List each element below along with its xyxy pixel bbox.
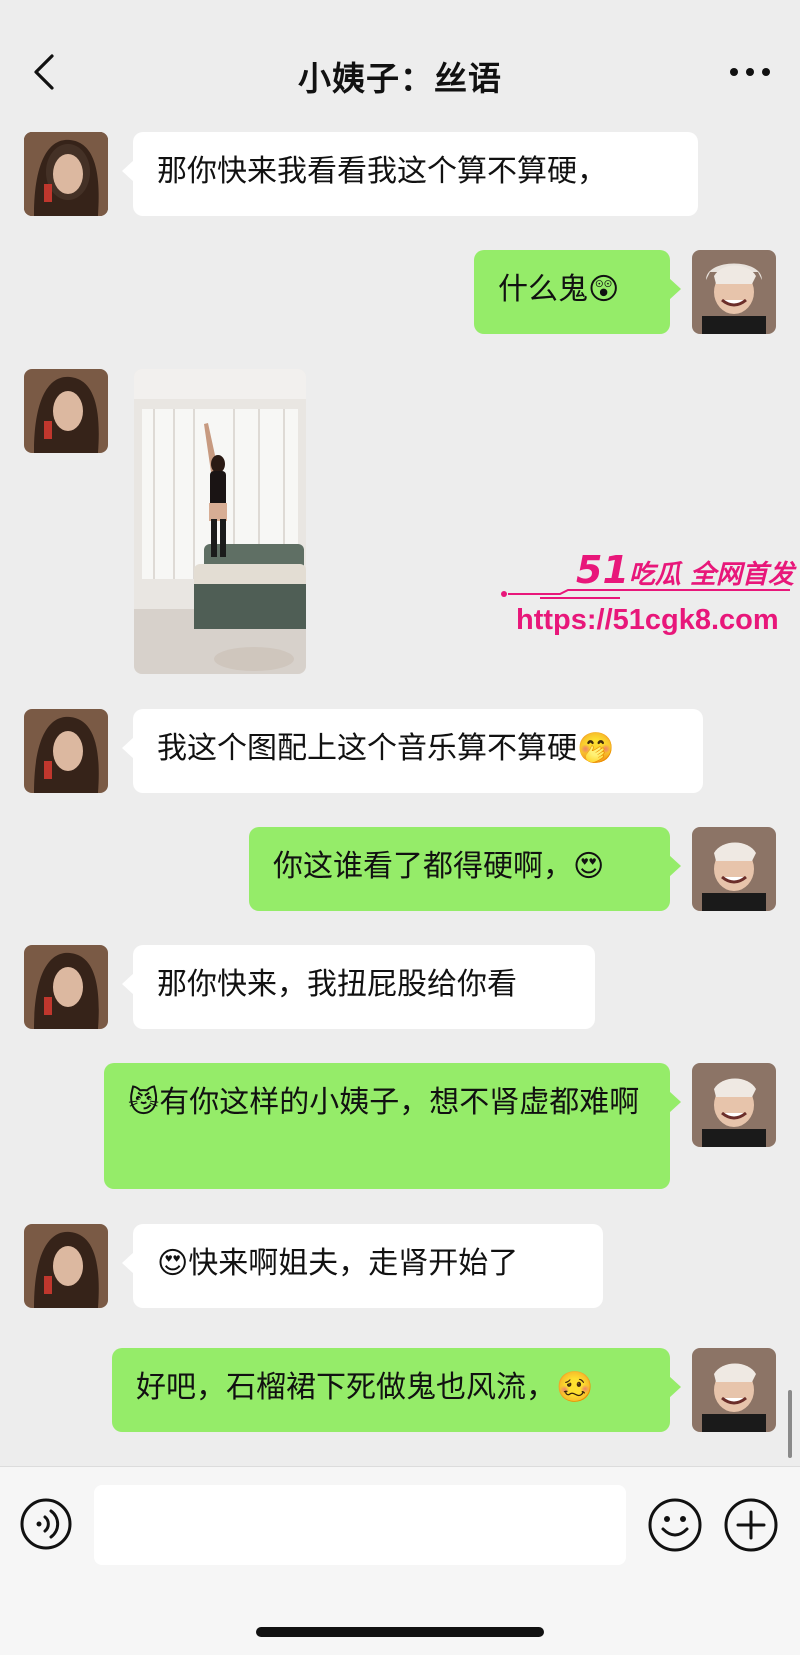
emoji-astonished-icon: 😲	[588, 272, 620, 307]
message-bubble[interactable]: 那你快来我看看我这个算不算硬，	[122, 132, 698, 216]
image-message[interactable]	[134, 369, 306, 674]
scrollbar[interactable]	[788, 1390, 792, 1458]
message-text: 那你快来，我扭屁股给你看	[157, 967, 517, 1002]
emoji-icon[interactable]	[647, 1497, 703, 1553]
message-bubble[interactable]: 好吧，石榴裙下死做鬼也风流，🥴	[112, 1348, 681, 1432]
watermark-brand: 51吃瓜 全网首发	[576, 548, 794, 592]
emoji-woozy-icon: 🥴	[556, 1370, 594, 1405]
message-text: 快来啊姐夫，走肾开始了	[188, 1246, 519, 1281]
message-bubble[interactable]: 你这谁看了都得硬啊，😍	[249, 827, 681, 911]
contact-avatar[interactable]	[24, 132, 108, 216]
my-avatar[interactable]	[692, 1063, 776, 1147]
message-text: 我这个图配上这个音乐算不算硬	[157, 731, 577, 766]
contact-avatar[interactable]	[24, 945, 108, 1029]
message-bubble[interactable]: 😍快来啊姐夫，走肾开始了	[122, 1224, 603, 1308]
my-avatar[interactable]	[692, 827, 776, 911]
voice-icon[interactable]	[19, 1497, 73, 1551]
home-indicator[interactable]	[256, 1627, 544, 1637]
chat-header: 小姨子：丝语	[0, 0, 800, 118]
message-text: 好吧，石榴裙下死做鬼也风流，	[136, 1370, 556, 1405]
message-bubble[interactable]: 我这个图配上这个音乐算不算硬🤭	[122, 709, 703, 793]
my-avatar[interactable]	[692, 250, 776, 334]
message-bubble[interactable]: 😼有你这样的小姨子，想不肾虚都难啊	[104, 1063, 681, 1189]
watermark-line-icon	[501, 589, 790, 599]
message-bubble[interactable]: 什么鬼😲	[474, 250, 681, 334]
watermark-url: https://51cgk8.com	[516, 604, 779, 636]
emoji-hand-over-mouth-icon: 🤭	[577, 731, 615, 766]
chat-title: 小姨子：丝语	[298, 59, 502, 98]
more-icon[interactable]	[728, 64, 772, 80]
emoji-heart-eyes-icon: 😍	[157, 1246, 189, 1281]
contact-avatar[interactable]	[24, 709, 108, 793]
my-avatar[interactable]	[692, 1348, 776, 1432]
message-text: 什么鬼	[498, 272, 588, 307]
contact-avatar[interactable]	[24, 1224, 108, 1308]
message-input[interactable]	[94, 1485, 626, 1565]
emoji-cat-icon: 😼	[128, 1085, 160, 1120]
message-text: 有你这样的小姨子，想不肾虚都难啊	[159, 1085, 640, 1120]
message-text: 你这谁看了都得硬啊，	[273, 849, 573, 884]
emoji-heart-eyes-icon: 😍	[573, 849, 605, 884]
message-text: 那你快来我看看我这个算不算硬，	[157, 154, 607, 189]
message-bubble[interactable]: 那你快来，我扭屁股给你看	[122, 945, 595, 1029]
watermark: 51吃瓜 全网首发 https://51cgk8.com	[500, 548, 796, 648]
plus-icon[interactable]	[723, 1497, 779, 1553]
contact-avatar[interactable]	[24, 369, 108, 453]
